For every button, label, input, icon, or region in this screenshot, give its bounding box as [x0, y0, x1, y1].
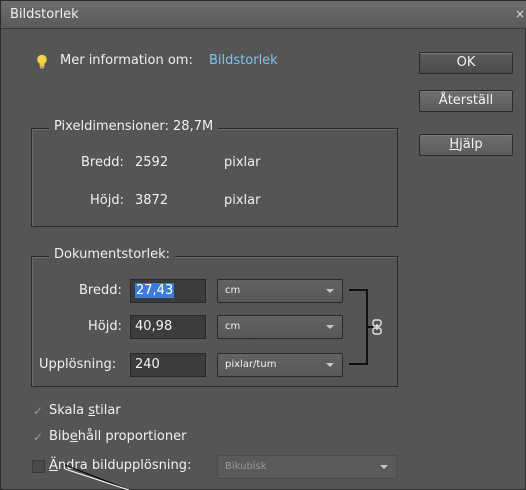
constrain-mnemonic: e	[69, 429, 78, 444]
chain-link-icon	[372, 319, 382, 335]
scale-styles-mnemonic: s	[88, 403, 96, 418]
doc-width-label: Bredd:	[79, 283, 122, 298]
doc-height-label: Höjd:	[88, 319, 122, 334]
scale-styles-label[interactable]: Skala stilar	[49, 403, 121, 418]
help-label: jälp	[459, 137, 483, 152]
doc-width-unit: cm	[225, 285, 241, 296]
doc-width-value: 27,43	[135, 283, 175, 298]
lightbulb-icon	[37, 54, 47, 69]
chevron-down-icon	[380, 465, 388, 469]
image-size-dialog: Bildstorlek × Mer information om: Bildst…	[0, 0, 526, 490]
dialog-title: Bildstorlek	[10, 7, 79, 22]
doc-width-unit-select[interactable]: cm	[217, 279, 343, 303]
resolution-value: 240	[135, 357, 160, 372]
help-button[interactable]: Hjälp	[419, 134, 513, 156]
document-size-legend: Dokumentstorlek:	[49, 247, 176, 262]
pixel-dimensions-legend: Pixeldimensioner: 28,7M	[49, 119, 219, 134]
pixel-width-unit: pixlar	[224, 155, 261, 170]
resample-checkbox[interactable]	[32, 460, 45, 473]
resample-mnemonic: Ä	[49, 458, 58, 473]
help-mnemonic: H	[449, 137, 460, 152]
more-info-label: Mer information om:	[60, 53, 193, 68]
doc-height-input[interactable]: 40,98	[130, 315, 206, 339]
doc-height-value: 40,98	[135, 319, 173, 334]
help-link[interactable]: Bildstorlek	[209, 53, 278, 68]
chevron-down-icon	[326, 325, 334, 329]
resample-method-select[interactable]: Bikubisk	[217, 455, 397, 479]
resolution-input[interactable]: 240	[130, 353, 206, 377]
resolution-label: Upplösning:	[39, 357, 117, 372]
doc-height-unit: cm	[225, 321, 241, 332]
scale-styles-text-b: tilar	[95, 403, 121, 418]
title-bar[interactable]: Bildstorlek ×	[1, 1, 526, 29]
pixel-height-unit: pixlar	[224, 193, 261, 208]
pixel-height-label: Höjd:	[90, 193, 124, 208]
ok-button[interactable]: OK	[419, 52, 513, 74]
scale-styles-check-icon[interactable]: ✓	[33, 404, 43, 418]
resolution-unit: pixlar/tum	[225, 359, 277, 370]
pixel-height-value: 3872	[135, 193, 169, 208]
scale-styles-text-a: Skala	[49, 403, 89, 418]
pixel-width-value: 2592	[135, 155, 169, 170]
constrain-proportions-label[interactable]: Bibehåll proportioner	[49, 429, 186, 444]
resample-method: Bikubisk	[225, 461, 267, 472]
doc-width-input[interactable]: 27,43	[130, 279, 206, 303]
pixel-width-label: Bredd:	[81, 155, 124, 170]
annotation-pointer-line	[64, 464, 130, 490]
constrain-text-a: Bib	[49, 429, 70, 444]
chevron-down-icon	[326, 289, 334, 293]
doc-height-unit-select[interactable]: cm	[217, 315, 343, 339]
chevron-down-icon	[326, 363, 334, 367]
constrain-text-b: håll proportioner	[77, 429, 187, 444]
close-icon[interactable]: ×	[515, 7, 525, 21]
constrain-check-icon[interactable]: ✓	[33, 430, 43, 444]
pixel-dimensions-group	[31, 128, 398, 227]
resolution-unit-select[interactable]: pixlar/tum	[217, 353, 343, 377]
reset-button[interactable]: Återställ	[419, 90, 513, 112]
